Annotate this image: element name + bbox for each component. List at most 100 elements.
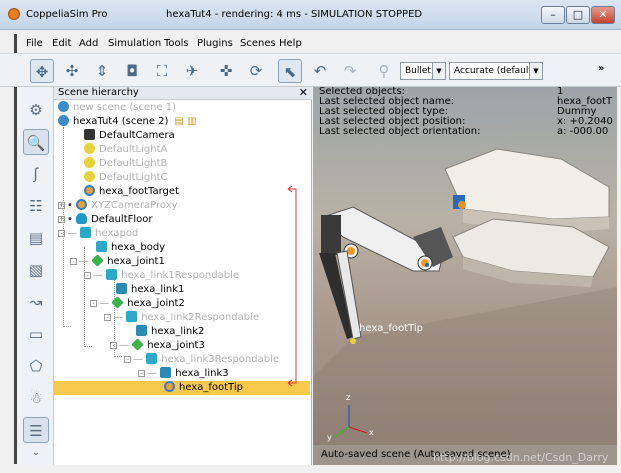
list-icon[interactable]: ☰ [23,417,49,443]
collapse-icon[interactable]: - [70,258,77,265]
selection-info-values: 1 hexa_footT Dummy x: +0.2040 a: -000.00 [557,87,613,137]
menu-plugins[interactable]: Plugins [197,38,233,49]
tree-item-label: hexa_link3Respondable [161,354,280,365]
minimize-button[interactable]: – [541,6,565,24]
menu-scenes[interactable]: Scenes [240,38,276,49]
close-icon[interactable]: ✕ [299,87,308,99]
properties-icon[interactable]: ⚙ [23,97,49,123]
dummy-icon [164,381,175,392]
camera-angle-icon[interactable]: ◘ [120,59,144,83]
left-toolbar: ⚙ 🔍 ʃ ☷ ▤ ▧ ↝ ▭ ⬠ ☃ ☰ ⌄ [18,87,54,465]
tree-item[interactable]: - — hexa_link2Respondable [104,311,259,324]
selection-info-labels: Selected objects: Last selected object n… [319,87,480,137]
coppeliasim-icon [8,8,20,20]
scene-icon [58,115,69,126]
dummy-icon [84,185,95,196]
undo-icon[interactable]: ↶ [308,59,332,83]
tree-item[interactable]: DefaultCamera [84,129,175,142]
scripts-icon[interactable]: ʃ [23,161,49,187]
tree-item[interactable]: - — hexa_link3Respondable [124,353,279,366]
collapse-icon[interactable]: - [124,356,131,363]
camera-shift-icon[interactable]: ⇕ [90,59,114,83]
physics-engine-select[interactable]: Bullet ▼ [400,62,446,80]
dummy-icon [76,199,88,210]
menu-help[interactable]: Help [279,38,302,49]
tree-item[interactable]: - — hexa_joint2 [90,296,185,310]
tree-item[interactable]: hexa_link2 [136,325,204,338]
link-icon [116,283,127,294]
tree-item[interactable]: - — hexa_link1Respondable [84,269,239,282]
maximize-button[interactable]: □ [566,6,590,24]
object-rotate-icon[interactable]: ⟳ [244,59,268,83]
collapse-icon[interactable]: - [84,272,91,279]
tree-item-label: hexa_link1 [131,284,185,295]
chevron-down-icon[interactable]: ⌄ [23,445,49,461]
menu-simulation[interactable]: Simulation [108,38,161,49]
scene-selector-icon[interactable]: ▧ [23,257,49,283]
path-icon[interactable]: ↝ [23,289,49,315]
tree-item[interactable]: hexa_body [96,241,165,254]
redo-icon[interactable]: ↷ [338,59,362,83]
tree-item[interactable]: - — hexa_link3 [138,367,229,380]
tree-item-label: DefaultFloor [91,214,153,225]
info-value: a: -000.00 [557,126,609,137]
click-select-icon[interactable]: ⬉ [278,59,302,83]
menu-file[interactable]: File [26,38,43,49]
model-browser-icon[interactable]: 🔍 [23,129,49,155]
tree-item[interactable]: - — hexa_joint1 [70,254,165,268]
camera-rotate-icon[interactable]: ✣ [60,59,84,83]
close-button[interactable]: ✕ [591,6,615,24]
layers-icon[interactable]: ▭ [23,321,49,347]
collapse-icon[interactable]: - [104,314,111,321]
tree-item[interactable]: - — hexa_joint3 [110,338,205,352]
script-icon[interactable]: ▤ ▥ [174,116,196,127]
tree-item-label: hexaTut4 (scene 2) [73,116,169,127]
expand-icon[interactable]: + [58,216,65,223]
tree-item-label: XYZCameraProxy [91,200,178,211]
camera-fly-icon[interactable]: ✈ [180,59,204,83]
menu-tools[interactable]: Tools [164,38,189,49]
collapse-icon[interactable]: - [58,230,65,237]
tree-item[interactable]: DefaultLightA [84,143,167,156]
tree-item[interactable]: DefaultLightC [84,171,167,184]
tree-item[interactable]: DefaultLightB [84,157,167,170]
title-bar: CoppeliaSim Pro hexaTut4 - rendering: 4 … [0,0,621,30]
tree-item[interactable]: - — hexapod [58,227,138,240]
toolbar-overflow-button[interactable]: » [598,63,604,74]
camera-pan-icon[interactable]: ✥ [30,59,54,83]
shape-icon [126,311,138,322]
collapse-icon[interactable]: - [110,342,117,349]
watermark: http://blog.csdn.net/Csdn_Darry [433,451,609,464]
expand-icon[interactable]: + [58,202,65,209]
accuracy-select[interactable]: Accurate (default) ▼ [449,62,543,80]
ik-link-line [287,185,297,387]
tree-item[interactable]: new scene (scene 1) [58,101,176,114]
tree-item[interactable]: hexa_footTarget [84,185,179,198]
3d-viewport[interactable]: Selected objects: Last selected object n… [313,87,617,465]
tree-item[interactable]: + • XYZCameraProxy [58,199,178,212]
shape-icon [146,353,158,364]
robot-icon[interactable]: ☃ [23,385,49,411]
tree-item-label: hexapod [95,228,139,239]
menu-add[interactable]: Add [79,38,98,49]
tree-item[interactable]: hexaTut4 (scene 2) ▤ ▥ [58,115,197,128]
scene-hierarchy-icon[interactable]: ☷ [23,193,49,219]
tree-item-label: hexa_joint3 [147,340,205,351]
object-shift-icon[interactable]: ✜ [214,59,238,83]
menu-edit[interactable]: Edit [52,38,71,49]
tree-item[interactable]: hexa_link1 [116,283,184,296]
shape-icon [80,227,92,238]
tree-item-selected[interactable]: hexa_footTip [164,381,243,394]
collapse-icon[interactable]: - [90,300,97,307]
chevron-down-icon: ▼ [432,63,445,79]
tree-item[interactable]: + • DefaultFloor [58,213,153,226]
shape-edit-icon[interactable]: ⬠ [23,353,49,379]
collapse-icon[interactable]: - [138,370,145,377]
axis-y-label: y [327,433,332,442]
link-icon [160,367,172,378]
fit-to-view-icon[interactable]: ⛶ [150,59,174,83]
dynamics-content-icon[interactable]: ⚲ [372,59,396,83]
tree-item-label: hexa_link3 [175,368,229,379]
page-selector-icon[interactable]: ▤ [23,225,49,251]
tree-item-label: hexa_link2Respondable [141,312,260,323]
